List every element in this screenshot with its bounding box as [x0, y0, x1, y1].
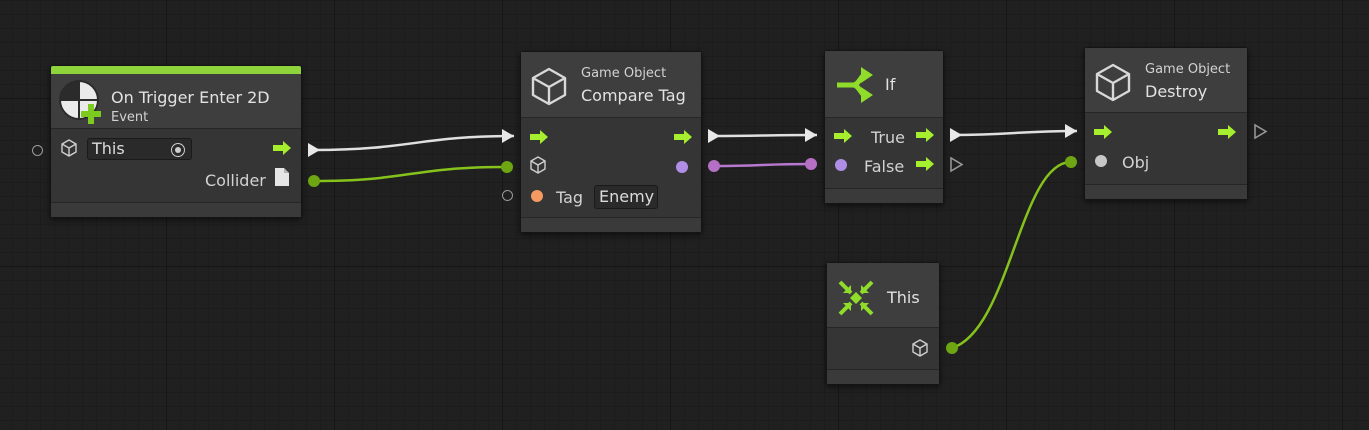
node-category: Game Object [1145, 62, 1231, 77]
node-footer [1085, 184, 1247, 199]
target-input-port[interactable] [32, 145, 43, 156]
node-header[interactable]: On Trigger Enter 2D Event [51, 74, 301, 128]
object-wire-start [308, 175, 320, 187]
flow-arrow-icon [915, 156, 935, 172]
bool-wire [713, 162, 812, 168]
node-header[interactable]: This [827, 263, 939, 327]
flow-arrow-icon [915, 127, 935, 143]
flow-arrow-icon [529, 129, 549, 145]
condition-input-port[interactable] [835, 159, 847, 171]
file-icon [275, 168, 289, 186]
object-wire-end [1065, 156, 1077, 168]
object-wire [951, 160, 1072, 350]
node-header[interactable]: Game Object Destroy [1085, 48, 1247, 112]
object-wire-start [946, 342, 958, 354]
destroy-exit-output-port [1254, 123, 1268, 140]
target-value: This [92, 139, 125, 158]
flow-arrow-icon [1093, 124, 1113, 140]
true-label: True [871, 128, 905, 147]
flow-wire-start-arrow [308, 143, 320, 157]
if-node[interactable]: If True False [824, 50, 944, 204]
bool-output-port[interactable] [676, 161, 688, 173]
obj-input-port[interactable] [1095, 155, 1107, 167]
compare-tag-node[interactable]: Game Object Compare Tag Tag Enemy [520, 51, 702, 233]
if-false-output-port [950, 156, 964, 173]
flow-wire-start-arrow [708, 129, 720, 143]
node-header[interactable]: If [825, 51, 943, 117]
node-title: This [887, 288, 920, 307]
flow-arrow-icon [272, 140, 292, 156]
cube-icon [529, 66, 569, 106]
cube-icon [528, 155, 548, 175]
collider-label: Collider [205, 171, 266, 190]
node-title: If [885, 75, 896, 94]
tag-value: Enemy [599, 187, 655, 206]
cube-icon [1093, 62, 1133, 102]
flow-wire-end-arrow [1065, 124, 1077, 138]
this-node[interactable]: This [826, 262, 940, 385]
false-label: False [864, 157, 905, 176]
node-footer [521, 217, 701, 232]
node-title: On Trigger Enter 2D [111, 88, 270, 107]
branch-icon [833, 65, 873, 105]
flow-wire [711, 133, 818, 138]
node-footer [827, 369, 939, 384]
bool-wire-start [708, 160, 720, 172]
tag-field[interactable]: Enemy [594, 185, 658, 209]
flow-wire-end-arrow [805, 128, 817, 142]
flow-arrow-icon [673, 129, 693, 145]
object-wire [313, 165, 508, 183]
flow-wire-end-arrow [502, 129, 514, 143]
cube-icon [910, 338, 930, 358]
node-body [827, 327, 939, 369]
flow-wire [313, 134, 515, 152]
trigger-event-icon [57, 78, 105, 126]
flow-wire-start-arrow [950, 128, 962, 142]
cube-icon [59, 138, 79, 158]
node-body: True False [825, 117, 943, 188]
target-icon[interactable] [171, 143, 185, 157]
event-header-bar [51, 66, 301, 74]
node-category: Game Object [581, 66, 667, 81]
destroy-node[interactable]: Game Object Destroy Obj [1084, 47, 1248, 200]
object-wire-end [501, 161, 513, 173]
tag-external-port[interactable] [502, 190, 513, 201]
on-trigger-enter-2d-node[interactable]: On Trigger Enter 2D Event This Collider [50, 65, 302, 218]
target-field[interactable]: This [87, 138, 192, 160]
node-body: Tag Enemy [521, 117, 701, 217]
flow-arrow-icon [833, 128, 853, 144]
node-footer [825, 188, 943, 203]
flow-wire [951, 129, 1078, 137]
node-footer [51, 202, 301, 217]
node-subtitle: Event [111, 110, 149, 125]
node-title: Compare Tag [581, 86, 686, 105]
bool-wire-end [805, 158, 817, 170]
tag-input-port[interactable] [531, 190, 543, 202]
obj-label: Obj [1122, 153, 1150, 172]
flow-arrow-icon [1217, 124, 1237, 140]
tag-label: Tag [556, 188, 584, 207]
node-body: Obj [1085, 112, 1247, 184]
self-arrows-icon [837, 279, 875, 317]
node-body: This Collider [51, 128, 301, 202]
node-title: Destroy [1145, 82, 1208, 101]
node-header[interactable]: Game Object Compare Tag [521, 52, 701, 117]
